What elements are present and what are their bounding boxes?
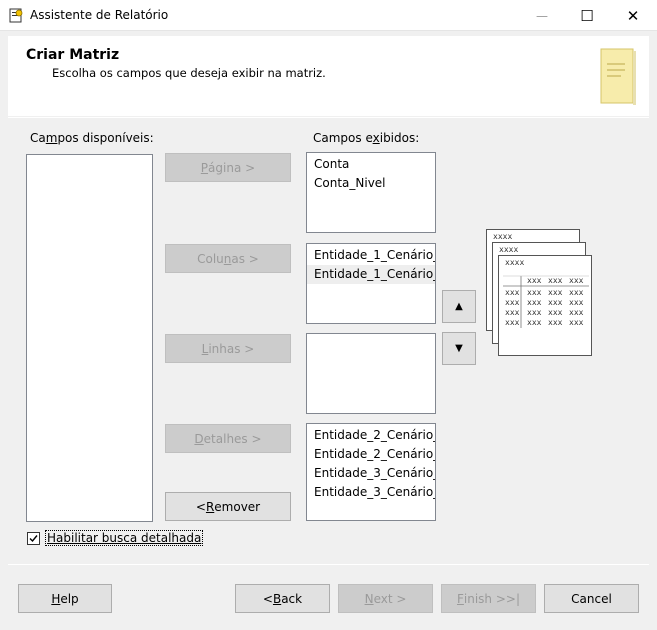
- preview-cell: xxx: [548, 276, 563, 285]
- preview-cell: xxx: [569, 318, 584, 327]
- preview-page-text: xxxx: [493, 232, 513, 241]
- preview-page-text: xxxx: [499, 245, 519, 254]
- pages-list[interactable]: Conta Conta_Nivel: [306, 152, 436, 233]
- preview-cell: xxx: [505, 298, 520, 307]
- preview-cell: xxx: [548, 288, 563, 297]
- preview-cell: xxx: [505, 318, 520, 327]
- list-item[interactable]: Entidade_2_Cenário_2: [307, 445, 435, 464]
- list-item[interactable]: Conta_Nivel: [307, 174, 435, 193]
- list-item[interactable]: Conta: [307, 155, 435, 174]
- list-item[interactable]: Entidade_2_Cenário_1: [307, 426, 435, 445]
- displayed-fields-label: Campos exibidos:: [313, 131, 420, 145]
- list-item-selected[interactable]: Entidade_1_Cenário_2: [307, 265, 435, 284]
- preview-cell: xxx: [527, 318, 542, 327]
- page-button[interactable]: Página >: [165, 153, 291, 182]
- preview-cell: xxx: [548, 318, 563, 327]
- list-item[interactable]: Entidade_3_Cenário_2: [307, 483, 435, 502]
- preview-cell: xxx: [569, 288, 584, 297]
- preview-cell: xxx: [548, 298, 563, 307]
- report-wizard-icon: [9, 8, 23, 23]
- document-icon: [600, 48, 636, 105]
- preview-sheet-front: xxxx xxx xxx xxx xxx xxx xxx xxx xxx xxx…: [498, 255, 592, 356]
- cancel-button[interactable]: Cancel: [544, 584, 639, 613]
- remove-button[interactable]: < Remover: [165, 492, 291, 521]
- preview-cell: xxx: [505, 288, 520, 297]
- minimize-button[interactable]: —: [519, 0, 565, 31]
- available-fields-list[interactable]: [26, 154, 153, 522]
- finish-button[interactable]: Finish >>|: [441, 584, 536, 613]
- preview-cell: xxx: [548, 308, 563, 317]
- footer-separator: [8, 564, 649, 565]
- preview-cell: xxx: [527, 308, 542, 317]
- preview-cell: xxx: [569, 308, 584, 317]
- preview-cell: xxx: [527, 298, 542, 307]
- maximize-button[interactable]: ☐: [564, 0, 610, 31]
- rows-button[interactable]: Linhas >: [165, 334, 291, 363]
- drilldown-label[interactable]: Habilitar busca detalhada: [44, 530, 204, 546]
- details-button[interactable]: Detalhes >: [165, 424, 291, 453]
- preview-cell: xxx: [527, 288, 542, 297]
- available-fields-label: Campos disponíveis:: [30, 131, 154, 145]
- close-icon: ✕: [626, 6, 640, 25]
- page-subtitle: Escolha os campos que deseja exibir na m…: [52, 66, 326, 80]
- next-button[interactable]: Next >: [338, 584, 433, 613]
- matrix-preview: xxxx xxxx xxxx xxx xxx xxx xxx xxx xxx x…: [486, 229, 592, 357]
- move-down-button[interactable]: ▼: [442, 332, 476, 365]
- preview-cell: xxx: [569, 276, 584, 285]
- arrow-up-icon: ▲: [455, 301, 463, 312]
- preview-cell: xxx: [527, 276, 542, 285]
- minimize-icon: —: [536, 8, 548, 23]
- close-button[interactable]: ✕: [610, 0, 656, 31]
- help-button[interactable]: Help: [18, 584, 112, 613]
- rows-list[interactable]: [306, 333, 436, 414]
- header-separator: [8, 117, 649, 118]
- columns-list[interactable]: Entidade_1_Cenário_1 Entidade_1_Cenário_…: [306, 243, 436, 324]
- preview-cell: xxx: [569, 298, 584, 307]
- drilldown-checkbox[interactable]: [27, 532, 40, 545]
- page-title: Criar Matriz: [26, 47, 120, 63]
- back-button[interactable]: < Back: [235, 584, 330, 613]
- arrow-down-icon: ▼: [455, 343, 463, 354]
- columns-button[interactable]: Colu n as >: [165, 244, 291, 273]
- window-title: Assistente de Relatório: [30, 8, 169, 22]
- details-list[interactable]: Entidade_2_Cenário_1 Entidade_2_Cenário_…: [306, 423, 436, 521]
- maximize-icon: ☐: [580, 6, 594, 25]
- checkmark-icon: [29, 535, 38, 543]
- move-up-button[interactable]: ▲: [442, 290, 476, 323]
- list-item[interactable]: Entidade_3_Cenário_1: [307, 464, 435, 483]
- preview-cell: xxx: [505, 308, 520, 317]
- list-item[interactable]: Entidade_1_Cenário_1: [307, 246, 435, 265]
